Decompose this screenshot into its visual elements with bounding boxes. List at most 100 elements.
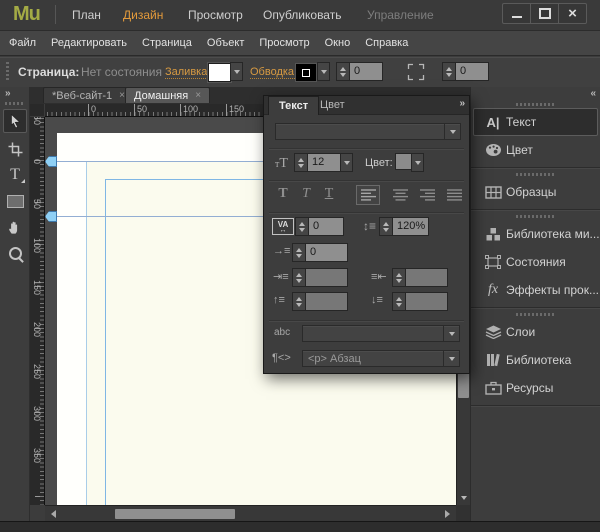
align-justify-button[interactable] <box>442 185 466 205</box>
zoom-tool-icon <box>8 246 22 260</box>
mode-tab-manage: Управление <box>367 8 434 22</box>
right-indent-stepper[interactable] <box>392 268 406 287</box>
maximize-button[interactable] <box>530 3 558 24</box>
guide-handle-icon[interactable] <box>45 211 57 222</box>
text-panel: Текст Цвет » тТ 12 Цвет: T T T VA ↔ 0 ↕≡… <box>263 95 470 374</box>
expand-panel-icon[interactable]: » <box>459 98 464 109</box>
link-style-select[interactable] <box>302 325 460 342</box>
font-size-stepper[interactable] <box>294 153 308 172</box>
fill-link[interactable]: Заливка: <box>165 66 211 79</box>
mode-tab-publish[interactable]: Опубликовать <box>263 8 341 22</box>
text-color-swatch[interactable] <box>395 153 412 170</box>
drag-grip-icon[interactable] <box>6 62 9 82</box>
dock-item-scroll-effects[interactable]: fx Эффекты прок... <box>473 276 599 304</box>
dock-item-states[interactable]: Состояния <box>473 248 598 276</box>
zoom-tool-button[interactable] <box>3 241 27 265</box>
stepper-down-icon <box>340 72 346 77</box>
hand-tool-button[interactable] <box>3 215 27 239</box>
menu-file[interactable]: Файл <box>9 37 36 49</box>
dock-item-color[interactable]: Цвет <box>473 136 598 164</box>
underline-button[interactable]: T <box>318 186 340 202</box>
fill-dropdown-button[interactable] <box>230 62 243 81</box>
guide-handle-icon[interactable] <box>45 156 57 167</box>
dock-item-layers[interactable]: Слои <box>473 318 598 346</box>
crop-tool-button[interactable] <box>3 137 27 161</box>
left-indent-stepper[interactable] <box>292 268 306 287</box>
menu-view[interactable]: Просмотр <box>259 37 309 49</box>
stroke-width-stepper[interactable] <box>336 62 350 81</box>
scroll-down-button[interactable] <box>457 491 470 505</box>
expand-panel-icon[interactable]: » <box>5 88 10 99</box>
stroke-dropdown-button[interactable] <box>317 62 330 81</box>
align-left-button[interactable] <box>356 185 380 205</box>
mode-tab-design[interactable]: Дизайн <box>123 8 163 22</box>
corner-radius-stepper[interactable] <box>442 62 456 81</box>
scroll-right-button[interactable] <box>441 507 454 521</box>
stroke-swatch[interactable] <box>295 63 317 82</box>
drag-grip-icon[interactable] <box>515 103 556 106</box>
dock-item-widgets-library[interactable]: Библиотека ми... <box>473 220 600 248</box>
leading-stepper[interactable] <box>379 217 393 236</box>
text-tool-button[interactable]: T <box>3 163 27 187</box>
bold-button[interactable]: T <box>272 186 294 202</box>
text-color-dropdown[interactable] <box>411 153 424 172</box>
tab-color[interactable]: Цвет <box>310 96 355 115</box>
tracking-input[interactable]: 0 <box>308 217 344 236</box>
minimize-button[interactable] <box>502 3 530 24</box>
menu-help[interactable]: Справка <box>365 37 408 49</box>
drag-grip-icon[interactable] <box>515 215 556 218</box>
menu-edit[interactable]: Редактировать <box>51 37 127 49</box>
drag-grip-icon[interactable] <box>515 313 556 316</box>
document-tab-home[interactable]: Домашняя × <box>125 87 211 103</box>
tracking-stepper[interactable] <box>295 217 309 236</box>
align-center-button[interactable] <box>388 185 412 205</box>
font-family-select[interactable] <box>275 123 461 140</box>
drag-grip-icon[interactable] <box>515 173 556 176</box>
space-before-input[interactable] <box>305 292 348 311</box>
horizontal-scrollbar[interactable] <box>45 505 456 521</box>
vertical-ruler[interactable]: 50 0 50 100 150 200 250 300 350 <box>30 117 45 505</box>
ruler-label: 50 <box>32 117 42 125</box>
horizontal-scrollbar-thumb[interactable] <box>115 509 235 519</box>
italic-button[interactable]: T <box>295 186 317 202</box>
mode-tab-plan[interactable]: План <box>72 8 101 22</box>
document-tab-website[interactable]: *Веб-сайт-1 × <box>43 87 134 103</box>
dock-item-assets[interactable]: Ресурсы <box>473 374 598 402</box>
close-button[interactable]: × <box>558 3 587 24</box>
stroke-link[interactable]: Обводка: <box>250 66 298 79</box>
vertical-guide[interactable] <box>86 161 87 505</box>
collapse-dock-icon[interactable]: « <box>590 88 595 99</box>
stroke-width-input[interactable]: 0 <box>349 62 383 81</box>
rectangle-tool-button[interactable] <box>3 189 27 213</box>
space-after-stepper[interactable] <box>392 292 406 311</box>
first-line-indent-input[interactable]: 0 <box>305 243 348 262</box>
align-right-button[interactable] <box>415 185 439 205</box>
dock-item-text[interactable]: A| Текст <box>473 108 598 136</box>
divider <box>269 320 464 322</box>
paragraph-tag-select[interactable]: <p> Абзац <box>302 350 460 367</box>
ruler-label: 50 <box>32 198 42 209</box>
first-line-indent-stepper[interactable] <box>292 243 306 262</box>
right-indent-input[interactable] <box>405 268 448 287</box>
close-icon[interactable]: × <box>195 90 201 101</box>
drag-grip-icon[interactable] <box>5 102 25 105</box>
mode-tab-preview[interactable]: Просмотр <box>188 8 243 22</box>
app-logo: Mu <box>13 3 41 25</box>
vertical-scrollbar-thumb[interactable] <box>458 373 469 398</box>
dock-item-swatches[interactable]: Образцы <box>473 178 598 206</box>
space-after-input[interactable] <box>405 292 448 311</box>
selection-tool-button[interactable] <box>3 109 27 133</box>
font-size-dropdown[interactable] <box>340 153 353 172</box>
font-size-input[interactable]: 12 <box>307 153 341 172</box>
fill-swatch[interactable] <box>208 63 231 82</box>
dock-item-library[interactable]: Библиотека <box>473 346 598 374</box>
leading-input[interactable]: 120% <box>392 217 429 236</box>
menu-page[interactable]: Страница <box>142 37 192 49</box>
menu-window[interactable]: Окно <box>325 37 351 49</box>
space-before-stepper[interactable] <box>292 292 306 311</box>
scroll-left-button[interactable] <box>47 507 60 521</box>
ruler-label: 0 <box>32 159 42 165</box>
left-indent-input[interactable] <box>305 268 348 287</box>
menu-object[interactable]: Объект <box>207 37 244 49</box>
corner-radius-input[interactable]: 0 <box>455 62 489 81</box>
